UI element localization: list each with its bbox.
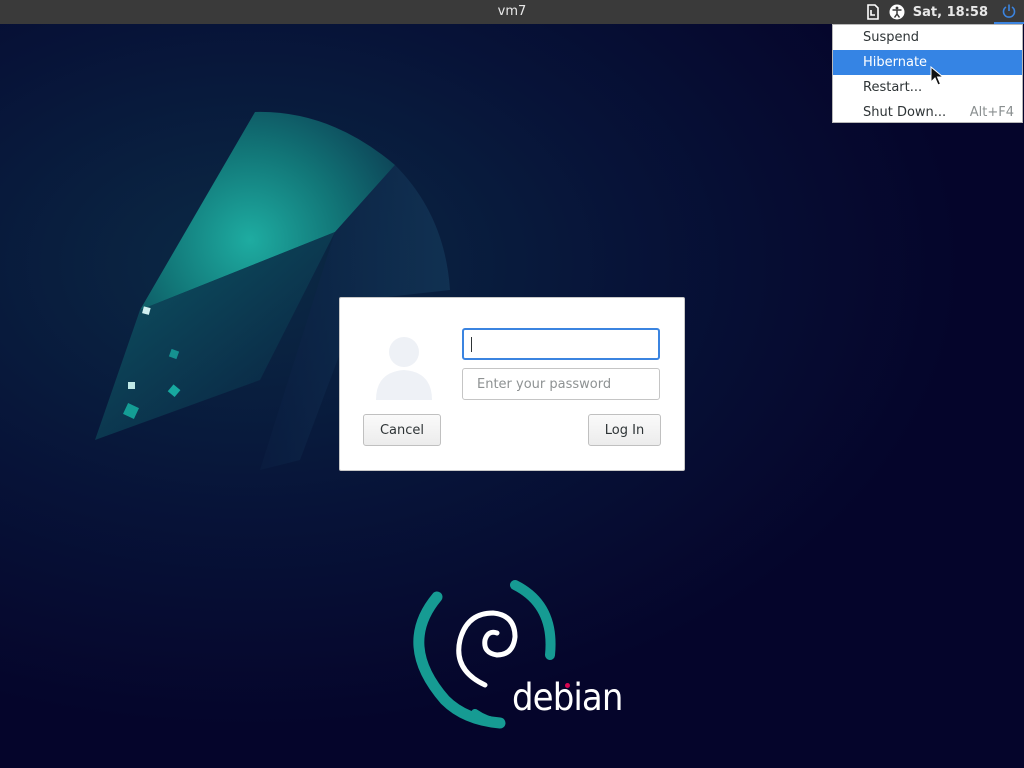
- power-menu: Suspend Hibernate Restart... Shut Down..…: [832, 24, 1023, 123]
- avatar: [376, 337, 432, 400]
- menu-item-suspend[interactable]: Suspend: [833, 25, 1022, 50]
- password-input[interactable]: [462, 368, 660, 400]
- cancel-button[interactable]: Cancel: [363, 414, 441, 446]
- menu-item-label: Restart...: [863, 80, 923, 95]
- power-menu-button[interactable]: [994, 0, 1024, 24]
- login-dialog: Cancel Log In: [339, 297, 685, 471]
- power-icon: [1002, 4, 1016, 18]
- top-bar: vm7 Sat, 18:58: [0, 0, 1024, 24]
- menu-item-label: Shut Down...: [863, 105, 947, 120]
- login-button[interactable]: Log In: [588, 414, 661, 446]
- menu-item-label: Suspend: [863, 30, 920, 45]
- system-tray: Sat, 18:58: [861, 0, 1024, 24]
- menu-item-shortcut: Alt+F4: [969, 105, 1014, 120]
- mouse-cursor-icon: [930, 66, 944, 86]
- menu-item-shutdown[interactable]: Shut Down... Alt+F4: [833, 100, 1022, 125]
- username-input[interactable]: [462, 328, 660, 360]
- accessibility-icon[interactable]: [885, 0, 909, 24]
- text-caret: [471, 337, 472, 352]
- menu-item-restart[interactable]: Restart...: [833, 75, 1022, 100]
- menu-item-label: Hibernate: [863, 55, 928, 70]
- keyboard-layout-icon[interactable]: [861, 0, 885, 24]
- clock[interactable]: Sat, 18:58: [909, 5, 994, 20]
- debian-dot: [565, 683, 570, 688]
- menu-item-hibernate[interactable]: Hibernate: [833, 50, 1022, 75]
